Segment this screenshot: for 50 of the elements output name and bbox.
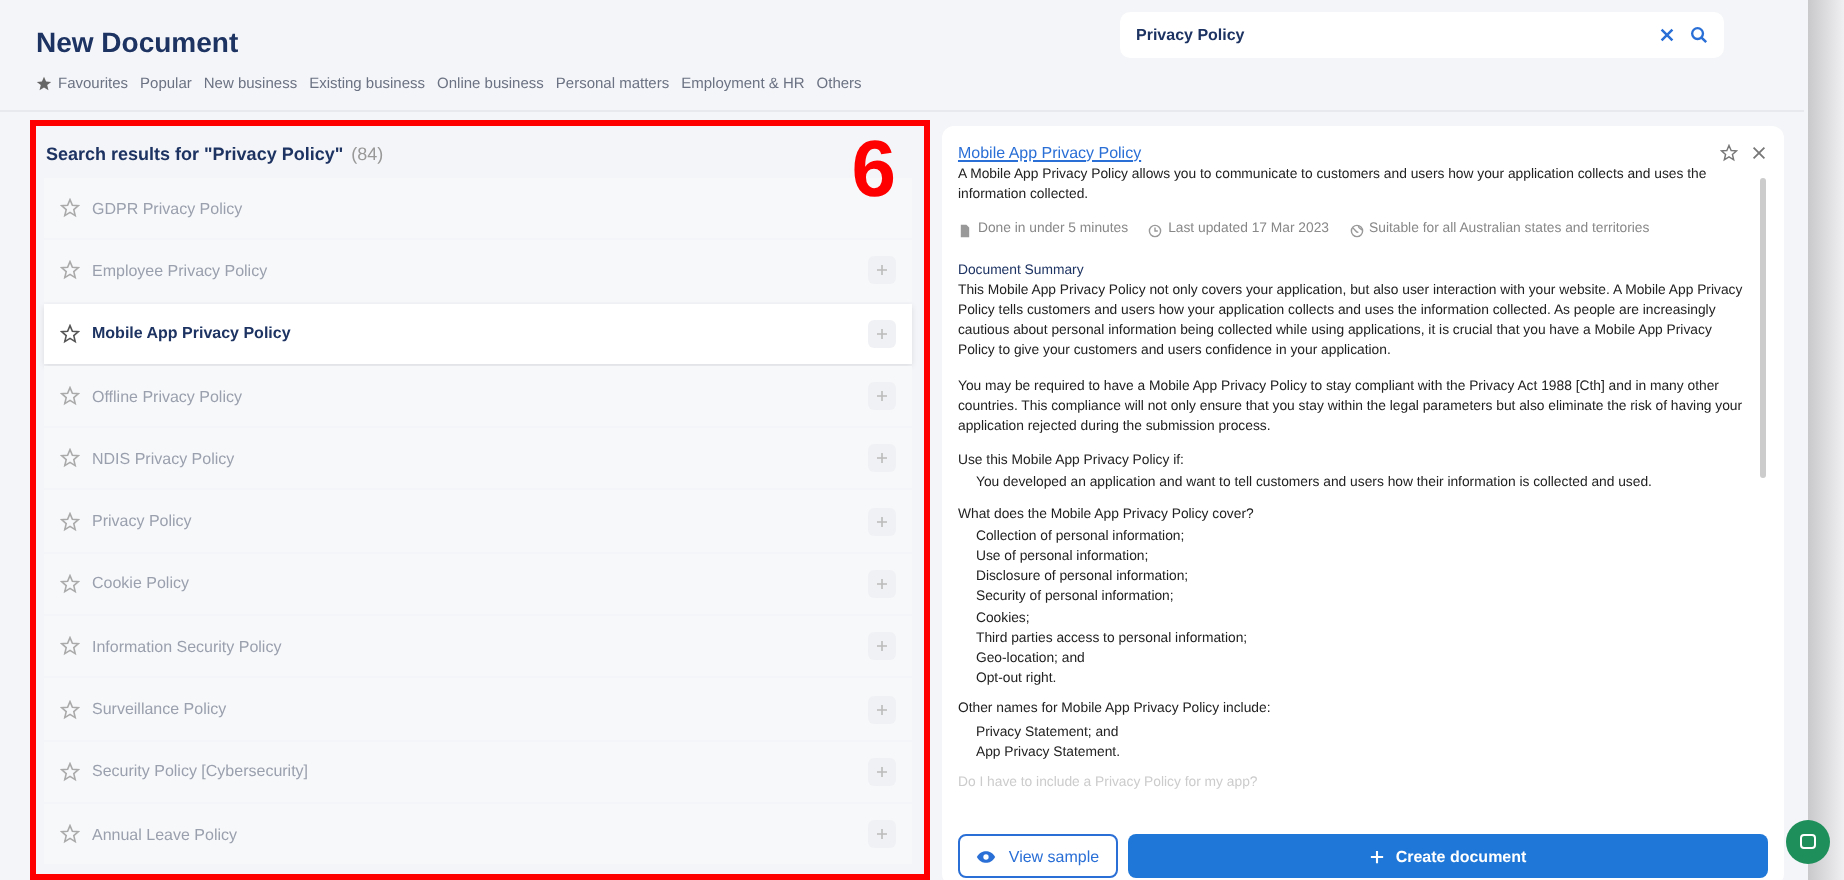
plus-icon: [875, 765, 888, 778]
scrollbar-thumb[interactable]: [1760, 178, 1767, 478]
clock-icon: [1148, 224, 1163, 238]
plus-icon: [1369, 849, 1384, 863]
star-icon[interactable]: [60, 448, 80, 469]
star-icon[interactable]: [60, 260, 80, 281]
star-icon[interactable]: [60, 761, 80, 782]
plus-icon: [875, 828, 888, 841]
page-title: New Document: [36, 26, 241, 58]
star-icon[interactable]: [60, 636, 80, 657]
plus-icon: [875, 515, 888, 528]
star-icon[interactable]: [1720, 143, 1739, 161]
chat-icon: [1798, 832, 1818, 852]
search-field[interactable]: Privacy Policy: [1120, 12, 1724, 58]
add-button[interactable]: [867, 382, 896, 411]
plus-icon: [875, 390, 888, 403]
close-icon[interactable]: [1750, 143, 1769, 161]
plus-icon: [875, 264, 888, 277]
star-icon[interactable]: [60, 386, 80, 407]
star-icon[interactable]: [60, 323, 80, 344]
document-title-link[interactable]: Mobile App Privacy Policy: [957, 143, 1709, 161]
view-sample-button[interactable]: View sample: [957, 834, 1118, 878]
star-icon[interactable]: [60, 824, 80, 845]
star-icon[interactable]: [60, 511, 80, 532]
add-button[interactable]: [867, 444, 896, 473]
add-button[interactable]: [867, 695, 896, 724]
add-button[interactable]: [867, 569, 896, 598]
search-icon[interactable]: [1690, 26, 1708, 44]
star-icon[interactable]: [60, 573, 80, 594]
add-button[interactable]: [867, 507, 896, 536]
document-icon: [957, 224, 972, 238]
add-button[interactable]: [867, 319, 896, 348]
add-button[interactable]: [867, 632, 896, 661]
chat-button[interactable]: [1786, 820, 1830, 864]
create-document-button[interactable]: Create document: [1127, 834, 1769, 878]
results-count: (84): [351, 144, 384, 164]
plus-icon: [875, 577, 888, 590]
star-icon[interactable]: [60, 699, 80, 720]
plus-icon: [875, 640, 888, 653]
star-icon[interactable]: [60, 198, 80, 219]
clear-icon[interactable]: [1658, 26, 1676, 44]
result-item[interactable]: Mobile App Privacy Policy: [44, 303, 912, 364]
add-button[interactable]: [867, 820, 896, 849]
plus-icon: [875, 703, 888, 716]
eye-icon: [976, 849, 997, 863]
add-button[interactable]: [867, 256, 896, 285]
results-heading: Search results for "Privacy Policy": [46, 144, 344, 164]
plus-icon: [875, 452, 888, 465]
plus-icon: [875, 327, 888, 340]
add-button[interactable]: [867, 757, 896, 786]
